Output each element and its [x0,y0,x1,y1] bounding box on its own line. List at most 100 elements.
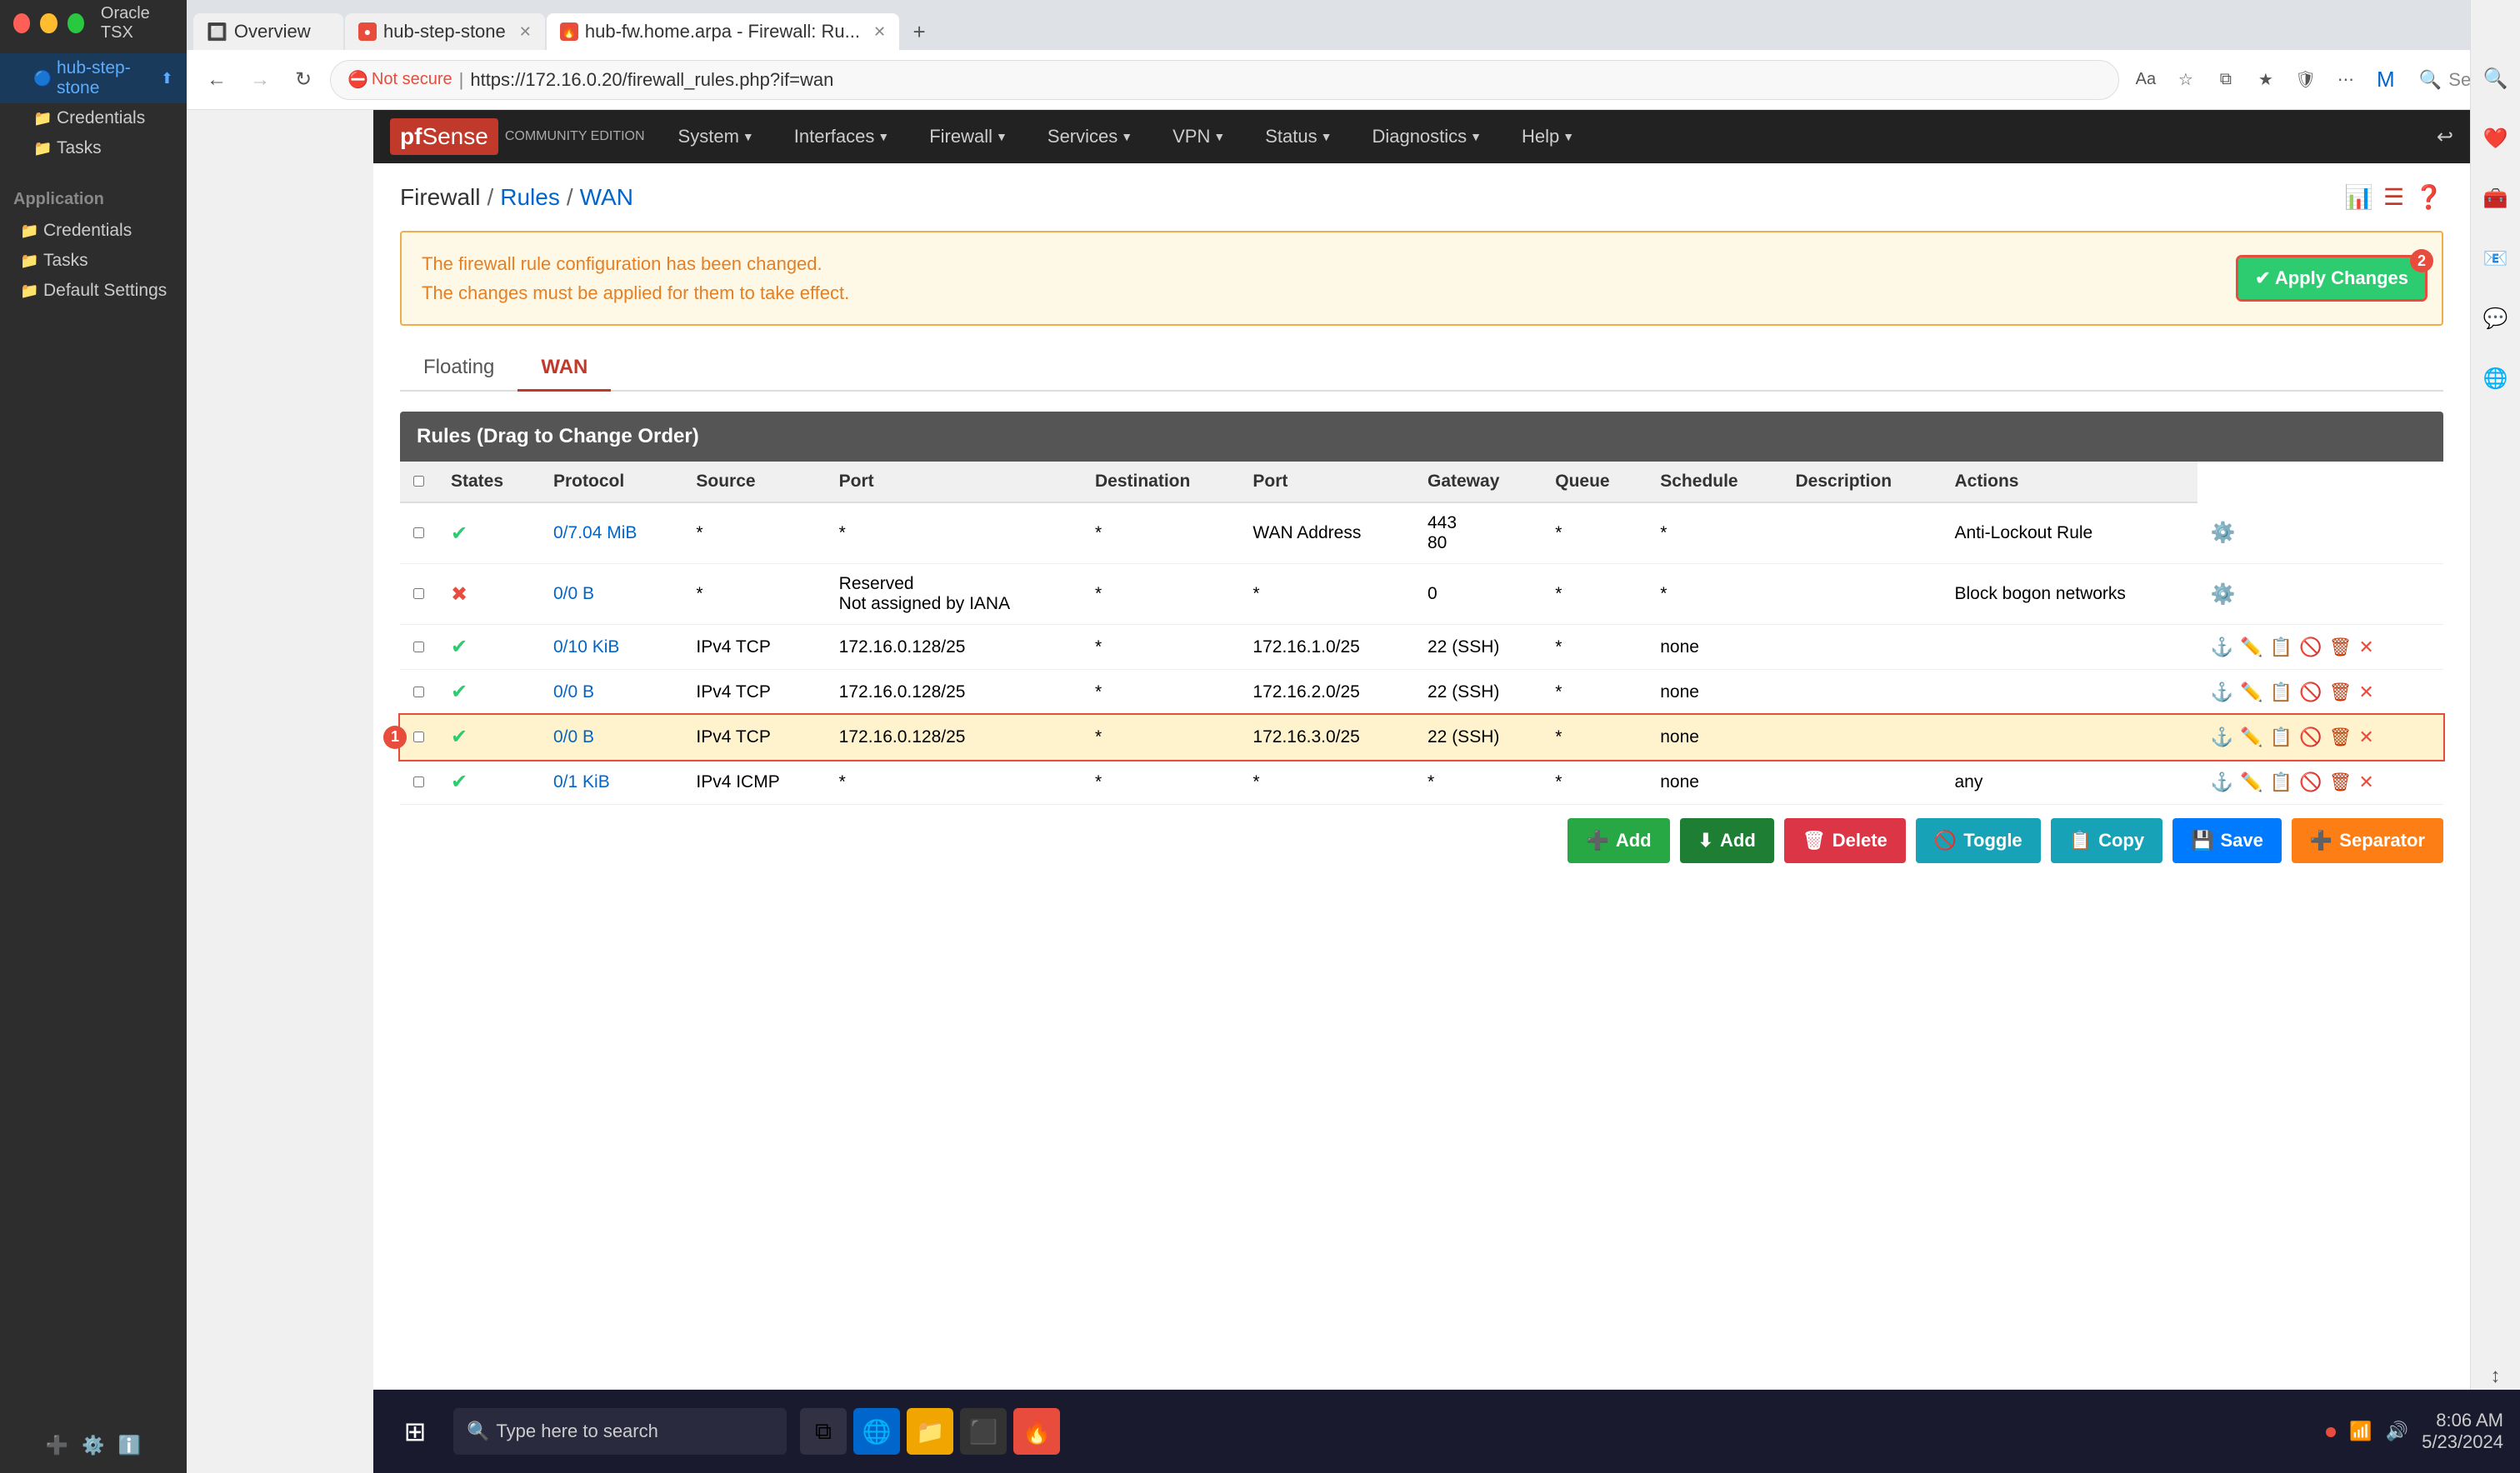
taskbar-app-taskview[interactable]: ⧉ [800,1408,847,1455]
nav-status[interactable]: Status ▼ [1258,122,1338,151]
nav-help[interactable]: Help ▼ [1515,122,1581,151]
anchor-action-icon[interactable]: ⚓ [2211,637,2233,658]
gear-action-icon[interactable]: ⚙️ [2211,582,2236,607]
states-link[interactable]: 0/7.04 MiB [553,523,637,542]
sr-heart-icon[interactable]: ❤️ [2476,118,2516,158]
edit-action-icon[interactable]: ✏️ [2240,771,2262,793]
sr-teams-icon[interactable]: 💬 [2476,298,2516,338]
copy-btn[interactable]: 📋 Copy [2051,818,2162,863]
copy-action-icon[interactable]: 📋 [2270,727,2292,748]
taskbar-app-terminal[interactable]: ⬛ [960,1408,1007,1455]
nav-services[interactable]: Services ▼ [1041,122,1139,151]
sidebar-bottom-info[interactable]: ℹ️ [118,1435,141,1456]
tab-pfsense-close-icon[interactable]: ✕ [873,23,886,41]
edit-action-icon[interactable]: ✏️ [2240,637,2262,658]
sr-search-icon[interactable]: 🔍 [2476,58,2516,98]
url-bar[interactable]: ⛔ Not secure | https://172.16.0.20/firew… [330,60,2119,100]
anchor-action-icon[interactable]: ⚓ [2211,682,2233,703]
forward-btn[interactable]: → [243,63,277,97]
copy-action-icon[interactable]: 📋 [2270,637,2292,658]
mac-close-btn[interactable] [13,13,30,33]
delete-action-icon[interactable]: 🗑 [2328,637,2352,658]
sidebar-item-credentials[interactable]: 📁 Credentials [0,103,187,133]
tab-overview[interactable]: 🔲 Overview [193,13,343,50]
anchor-action-icon[interactable]: ⚓ [2211,771,2233,793]
back-btn[interactable]: ← [200,63,233,97]
mac-maximize-btn[interactable] [68,13,84,33]
mac-minimize-btn[interactable] [40,13,57,33]
delete-action-icon[interactable]: 🗑 [2328,771,2352,793]
row-checkbox[interactable] [413,687,424,697]
copy-action-icon[interactable]: 📋 [2270,771,2292,793]
select-all-checkbox[interactable] [413,476,424,487]
nav-diagnostics[interactable]: Diagnostics ▼ [1365,122,1488,151]
tab-wan[interactable]: WAN [518,346,611,392]
sidebar-item-app-credentials[interactable]: 📁 Credentials [0,216,187,246]
sidebar-item-default-settings[interactable]: 📁 Default Settings [0,276,187,306]
taskbar-search[interactable]: 🔍 Type here to search [453,1408,787,1455]
row-checkbox[interactable] [413,588,424,599]
close-action-icon[interactable]: ✕ [2358,727,2373,748]
nav-vpn[interactable]: VPN ▼ [1166,122,1232,151]
more-btn[interactable]: ⋯ [2329,63,2362,97]
toggle-btn[interactable]: 🚫 Toggle [1916,818,2041,863]
delete-btn[interactable]: 🗑 Delete [1784,818,1906,863]
anchor-action-icon[interactable]: ⚓ [2211,727,2233,748]
nav-interfaces[interactable]: Interfaces ▼ [788,122,896,151]
sidebar-bottom-settings[interactable]: ⚙️ [82,1435,104,1456]
separator-btn[interactable]: ➕ Separator [2292,818,2443,863]
tab-add-btn[interactable]: + [901,13,938,50]
states-link[interactable]: 0/0 B [553,727,594,746]
states-link[interactable]: 0/1 KiB [553,772,610,791]
sidebar-bottom-plus[interactable]: ➕ [46,1435,68,1456]
states-link[interactable]: 0/0 B [553,584,594,603]
add-btn-2[interactable]: ⬇ Add [1680,818,1774,863]
tab-hub-step-stone[interactable]: ● hub-step-stone ✕ [345,13,545,50]
taskbar-app-edge[interactable]: 🌐 [853,1408,900,1455]
taskbar-app-browser2[interactable]: 🔥 [1013,1408,1060,1455]
breadcrumb-wan[interactable]: WAN [580,184,633,211]
tab-floating[interactable]: Floating [400,346,518,392]
sidebar-item-hub-step-stone[interactable]: 🔵 hub-step-stone ⬆ [0,53,187,103]
nav-logout-btn[interactable]: ↩ [2437,125,2453,149]
edit-action-icon[interactable]: ✏️ [2240,682,2262,703]
sidebar-item-tasks[interactable]: 📁 Tasks [0,133,187,163]
bookmark-btn[interactable]: ☆ [2169,63,2202,97]
copy-action-icon[interactable]: 📋 [2270,682,2292,703]
disable-action-icon[interactable]: 🚫 [2299,771,2322,793]
taskbar-app-explorer[interactable]: 📁 [907,1408,953,1455]
delete-action-icon[interactable]: 🗑 [2328,682,2352,703]
ms-icon[interactable]: M [2369,63,2402,97]
save-btn[interactable]: 💾 Save [2172,818,2282,863]
tab-hub-close-icon[interactable]: ✕ [519,23,532,41]
tab-pfsense[interactable]: 🔥 hub-fw.home.arpa - Firewall: Ru... ✕ [547,13,899,50]
states-link[interactable]: 0/0 B [553,682,594,702]
row-checkbox[interactable] [413,642,424,652]
sidebar-item-app-tasks[interactable]: 📁 Tasks [0,246,187,276]
row-checkbox[interactable] [413,527,424,538]
sr-edge-icon[interactable]: 🌐 [2476,358,2516,398]
add-btn-1[interactable]: ➕ Add [1568,818,1669,863]
breadcrumb-rules[interactable]: Rules [500,184,560,211]
favorites-btn[interactable]: ★ [2249,63,2282,97]
close-action-icon[interactable]: ✕ [2358,771,2373,793]
close-action-icon[interactable]: ✕ [2358,637,2373,658]
nav-system[interactable]: System ▼ [672,122,761,151]
nav-firewall[interactable]: Firewall ▼ [922,122,1014,151]
close-action-icon[interactable]: ✕ [2358,682,2373,703]
states-link[interactable]: 0/10 KiB [553,637,619,657]
split-btn[interactable]: ⧉ [2209,63,2242,97]
edit-action-icon[interactable]: ✏️ [2240,727,2262,748]
sr-outlook-icon[interactable]: 📧 [2476,238,2516,278]
read-mode-btn[interactable]: Aa [2129,63,2162,97]
help-icon[interactable]: ❓ [2414,183,2443,211]
row-checkbox[interactable] [413,776,424,787]
gear-action-icon[interactable]: ⚙️ [2211,521,2236,545]
disable-action-icon[interactable]: 🚫 [2299,637,2322,658]
shield-btn[interactable]: 🛡 [2289,63,2322,97]
taskbar-start-btn[interactable]: ⊞ [390,1406,440,1456]
list-icon[interactable]: ☰ [2383,183,2404,211]
delete-action-icon[interactable]: 🗑 [2328,727,2352,748]
sr-briefcase-icon[interactable]: 🧰 [2476,178,2516,218]
refresh-btn[interactable]: ↻ [287,63,320,97]
